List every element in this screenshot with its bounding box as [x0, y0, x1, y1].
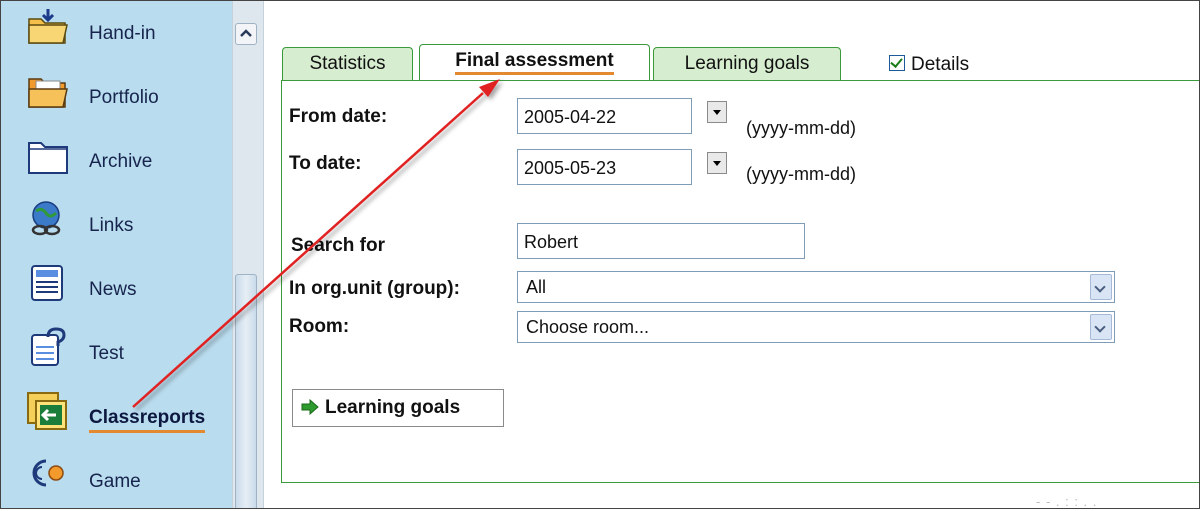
- room-label: Room:: [289, 316, 350, 337]
- learning-goals-button-label: Learning goals: [325, 397, 461, 418]
- sidebar-item-label: Links: [89, 215, 134, 236]
- tab-label: Statistics: [309, 53, 386, 74]
- sidebar-item-links[interactable]: Links: [1, 193, 232, 251]
- to-date-label: To date:: [289, 153, 362, 174]
- sidebar-item-classreports[interactable]: Classreports: [1, 385, 232, 443]
- links-globe-icon: [31, 201, 61, 236]
- to-date-dropdown-button[interactable]: [707, 152, 727, 174]
- sidebar-item-label: Game: [89, 471, 141, 492]
- sidebar: Hand-in Portfolio Archive Links News Tes…: [1, 1, 232, 508]
- tab-statistics[interactable]: Statistics: [282, 47, 413, 81]
- chevron-down-icon[interactable]: [1090, 274, 1112, 300]
- sidebar-item-label: Classreports: [89, 407, 206, 433]
- archive-folder-icon: [28, 142, 68, 174]
- search-input[interactable]: Robert: [517, 223, 805, 259]
- app-window: Hand-in Portfolio Archive Links News Tes…: [0, 0, 1200, 509]
- to-date-input[interactable]: 2005-05-23: [517, 149, 692, 185]
- details-label: Details: [911, 54, 970, 75]
- sidebar-item-news[interactable]: News: [1, 257, 232, 315]
- watermark-mark: - - . : : . .: [1036, 494, 1098, 509]
- search-label: Search for: [291, 235, 385, 256]
- sidebar-item-label: Archive: [89, 151, 153, 172]
- sidebar-item-label: Test: [89, 343, 124, 364]
- orgunit-selected-value: All: [526, 277, 547, 297]
- sidebar-item-hand-in[interactable]: Hand-in: [1, 1, 232, 59]
- arrow-right-icon: [301, 398, 319, 416]
- sidebar-item-portfolio[interactable]: Portfolio: [1, 65, 232, 123]
- sidebar-item-label: Portfolio: [89, 87, 159, 108]
- checkbox-checked-icon[interactable]: [889, 55, 905, 71]
- test-question-icon: [31, 327, 66, 366]
- chevron-down-icon[interactable]: [1090, 314, 1112, 340]
- from-date-label: From date:: [289, 106, 388, 127]
- news-document-icon: [31, 265, 63, 301]
- sidebar-item-label: Hand-in: [89, 23, 156, 44]
- from-date-dropdown-button[interactable]: [707, 101, 727, 123]
- orgunit-label: In org.unit (group):: [289, 278, 460, 299]
- game-icon: [32, 459, 64, 487]
- sidebar-item-label: News: [89, 279, 137, 300]
- to-date-format-hint: (yyyy-mm-dd): [746, 164, 856, 184]
- chevron-up-icon: [240, 29, 252, 37]
- classreports-icon: [27, 392, 67, 430]
- details-checkbox[interactable]: Details: [889, 54, 969, 76]
- room-select[interactable]: Choose room...: [517, 311, 1115, 343]
- tab-label: Learning goals: [684, 53, 810, 74]
- scroll-thumb[interactable]: [235, 274, 257, 508]
- learning-goals-button[interactable]: Learning goals: [292, 389, 504, 427]
- sidebar-item-test[interactable]: Test: [1, 321, 232, 379]
- tab-label: Final assessment: [455, 50, 614, 75]
- from-date-input[interactable]: 2005-04-22: [517, 98, 692, 134]
- portfolio-folder-icon: [28, 78, 68, 108]
- scroll-up-button[interactable]: [235, 23, 257, 45]
- hand-in-folder-icon: [28, 9, 68, 44]
- from-date-format-hint: (yyyy-mm-dd): [746, 118, 856, 138]
- tab-final-assessment[interactable]: Final assessment: [419, 44, 650, 83]
- room-selected-value: Choose room...: [526, 317, 650, 337]
- sidebar-item-archive[interactable]: Archive: [1, 129, 232, 187]
- sidebar-item-game[interactable]: Game: [1, 449, 232, 507]
- orgunit-select[interactable]: All: [517, 271, 1115, 303]
- tab-learning-goals[interactable]: Learning goals: [653, 47, 841, 81]
